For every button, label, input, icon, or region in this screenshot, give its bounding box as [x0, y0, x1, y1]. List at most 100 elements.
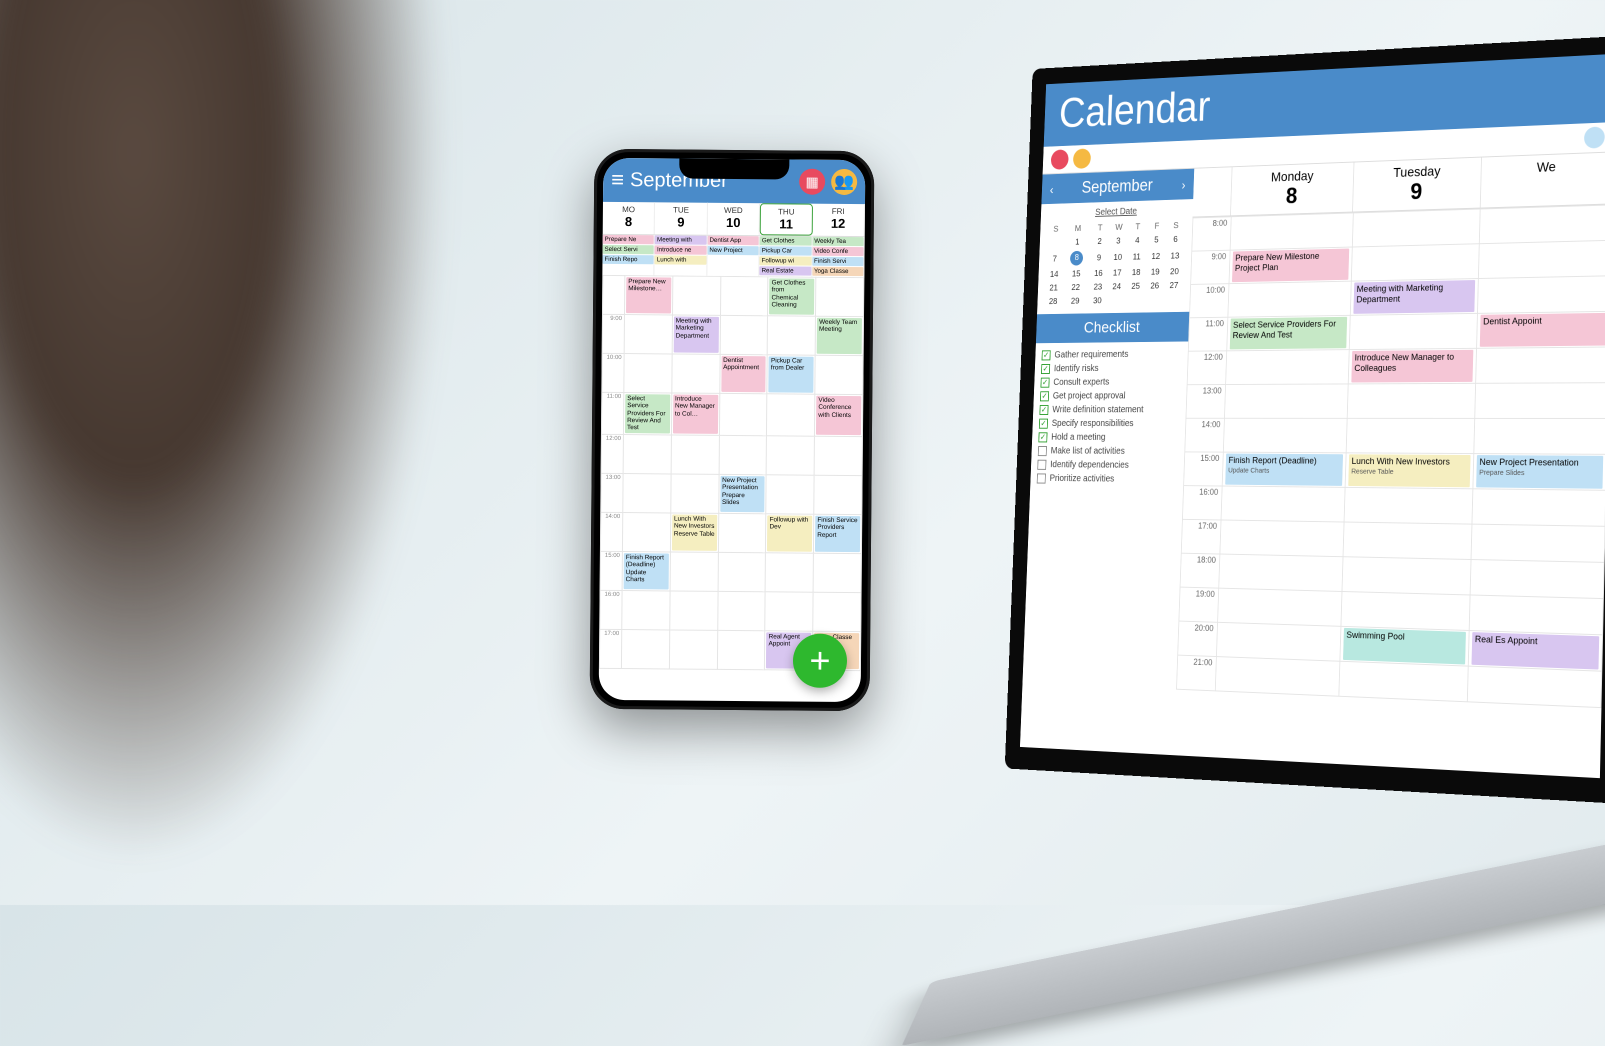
mini-cal-day[interactable]: 27: [1164, 279, 1184, 293]
calendar-event[interactable]: Swimming Pool: [1343, 628, 1466, 665]
calendar-event[interactable]: Weekly Team Meeting: [817, 318, 862, 354]
mini-cal-day[interactable]: 7: [1045, 249, 1064, 268]
event-chip[interactable]: Introduce ne: [655, 245, 706, 254]
checkbox-icon[interactable]: [1038, 446, 1047, 456]
event-chip[interactable]: Pickup Car: [760, 246, 811, 255]
mini-cal-day[interactable]: 8: [1064, 249, 1090, 268]
mini-cal-day[interactable]: [1107, 294, 1126, 308]
event-chip[interactable]: Lunch with: [655, 255, 706, 264]
checkbox-icon[interactable]: [1037, 460, 1046, 470]
checkbox-icon[interactable]: ✓: [1041, 364, 1050, 374]
calendar-event[interactable]: Finish Service Providers Report: [815, 516, 860, 552]
menu-icon[interactable]: ≡: [611, 169, 624, 191]
mini-cal-day[interactable]: [1125, 293, 1145, 307]
add-event-button[interactable]: +: [793, 634, 847, 688]
mini-cal-day[interactable]: 28: [1044, 295, 1063, 309]
calendar-event[interactable]: Pickup Car from Dealer: [769, 356, 814, 392]
mini-cal-day[interactable]: 16: [1089, 267, 1108, 281]
mini-calendar[interactable]: Select Date SMTWTFS123456789101112131415…: [1037, 199, 1193, 314]
calendar-event[interactable]: Meeting with Marketing Department: [673, 316, 718, 352]
mini-cal-day[interactable]: 11: [1127, 247, 1147, 266]
mini-cal-day[interactable]: 23: [1088, 280, 1107, 294]
event-chip[interactable]: Finish Repo: [602, 255, 653, 264]
calendar-event[interactable]: Introduce New Manager to Colleagues: [1351, 350, 1473, 383]
calendar-event[interactable]: Real Es Appoint: [1471, 632, 1599, 669]
phone-day-FRI[interactable]: FRI12: [812, 204, 865, 236]
checklist-item[interactable]: ✓Hold a meeting: [1038, 430, 1178, 444]
mini-cal-day[interactable]: 24: [1107, 280, 1126, 294]
calendar-event[interactable]: New Project PresentationPrepare Slides: [1476, 455, 1603, 489]
mini-cal-day[interactable]: 18: [1126, 266, 1146, 280]
mini-cal-day[interactable]: [1046, 236, 1065, 250]
calendar-event[interactable]: Prepare New Milestone…: [626, 277, 671, 313]
checklist-item[interactable]: ✓Get project approval: [1040, 389, 1180, 403]
mini-cal-day[interactable]: 20: [1165, 265, 1185, 279]
event-chip[interactable]: New Project: [707, 246, 758, 255]
calendar-event[interactable]: Prepare New Milestone Project Plan: [1232, 249, 1349, 283]
mini-cal-day[interactable]: 2: [1090, 235, 1109, 249]
checkbox-icon[interactable]: ✓: [1040, 378, 1049, 388]
checklist-item[interactable]: ✓Identify risks: [1041, 361, 1181, 376]
event-chip[interactable]: Select Servi: [603, 245, 654, 254]
prev-month-icon[interactable]: ‹: [1050, 182, 1054, 197]
checklist-item[interactable]: Make list of activities: [1038, 444, 1178, 459]
phone-day-WED[interactable]: WED10: [707, 203, 760, 235]
mini-cal-day[interactable]: 19: [1145, 265, 1165, 279]
phone-day-THU[interactable]: THU11: [760, 203, 813, 235]
checkbox-icon[interactable]: ✓: [1039, 405, 1048, 415]
calendar-tool-icon[interactable]: [1051, 149, 1069, 169]
event-chip[interactable]: Dentist App: [707, 236, 758, 245]
event-chip[interactable]: Meeting with: [655, 235, 706, 244]
mini-cal-day[interactable]: 15: [1063, 267, 1089, 281]
checkbox-icon[interactable]: ✓: [1039, 419, 1048, 429]
calendar-event[interactable]: Lunch With New Investors Reserve Table: [672, 514, 717, 550]
checkbox-icon[interactable]: ✓: [1042, 350, 1051, 360]
calendar-event[interactable]: Video Conference with Clients: [816, 396, 861, 435]
checkbox-icon[interactable]: ✓: [1040, 391, 1049, 401]
calendar-event[interactable]: Introduce New Manager to Col…: [673, 394, 718, 433]
checklist-item[interactable]: Identify dependencies: [1037, 458, 1177, 473]
mini-cal-day[interactable]: 5: [1147, 233, 1167, 247]
checklist-item[interactable]: ✓Gather requirements: [1041, 347, 1181, 362]
checklist-item[interactable]: Prioritize activities: [1037, 472, 1177, 487]
calendar-event[interactable]: Meeting with Marketing Department: [1353, 280, 1475, 314]
checklist-item[interactable]: ✓Consult experts: [1040, 375, 1180, 390]
calendar-event[interactable]: Dentist Appoint: [1480, 313, 1605, 347]
event-chip[interactable]: Real Estate: [760, 266, 811, 275]
mini-cal-day[interactable]: 30: [1088, 294, 1107, 308]
calendar-icon[interactable]: ▦: [799, 169, 825, 195]
mini-cal-day[interactable]: 10: [1108, 248, 1128, 267]
calendar-event[interactable]: Finish Report (Deadline) Update Charts: [624, 553, 669, 589]
laptop-day[interactable]: We: [1480, 152, 1605, 207]
calendar-event[interactable]: Followup with Dev: [767, 515, 812, 551]
mini-cal-day[interactable]: 3: [1109, 234, 1128, 248]
mini-cal-day[interactable]: 25: [1126, 279, 1146, 293]
mini-cal-day[interactable]: 6: [1166, 232, 1186, 246]
mini-cal-day[interactable]: 13: [1165, 246, 1185, 265]
mini-cal-day[interactable]: [1164, 292, 1184, 306]
mini-cal-day[interactable]: 29: [1062, 294, 1088, 308]
mini-cal-day[interactable]: 22: [1063, 281, 1089, 295]
checklist-item[interactable]: ✓Specify responsibilities: [1039, 417, 1179, 431]
mini-cal-day[interactable]: 4: [1128, 234, 1147, 248]
calendar-event[interactable]: Finish Report (Deadline)Update Charts: [1225, 454, 1343, 486]
calendar-event[interactable]: Select Service Providers For Review And …: [625, 394, 670, 433]
mini-cal-day[interactable]: 9: [1089, 248, 1108, 267]
contacts-icon[interactable]: 👥: [831, 169, 857, 195]
checklist-item[interactable]: ✓Write definition statement: [1039, 403, 1179, 417]
laptop-day[interactable]: Monday8: [1231, 162, 1355, 215]
checkbox-icon[interactable]: [1037, 473, 1046, 483]
checkbox-icon[interactable]: ✓: [1038, 432, 1047, 442]
mini-cal-day[interactable]: 17: [1108, 266, 1127, 280]
calendar-event[interactable]: Lunch With New InvestorsReserve Table: [1348, 454, 1470, 487]
user-avatar[interactable]: [1584, 126, 1605, 148]
next-month-icon[interactable]: ›: [1181, 177, 1185, 192]
phone-day-TUE[interactable]: TUE9: [655, 202, 708, 234]
event-chip[interactable]: Yoga Classe: [812, 267, 863, 276]
event-chip[interactable]: Prepare Ne: [603, 235, 654, 244]
event-chip[interactable]: Video Confe: [812, 247, 863, 256]
mini-cal-day[interactable]: [1144, 293, 1164, 307]
mini-cal-day[interactable]: 1: [1064, 235, 1090, 249]
mini-cal-day[interactable]: 14: [1045, 268, 1064, 282]
event-chip[interactable]: Finish Servi: [812, 257, 863, 266]
